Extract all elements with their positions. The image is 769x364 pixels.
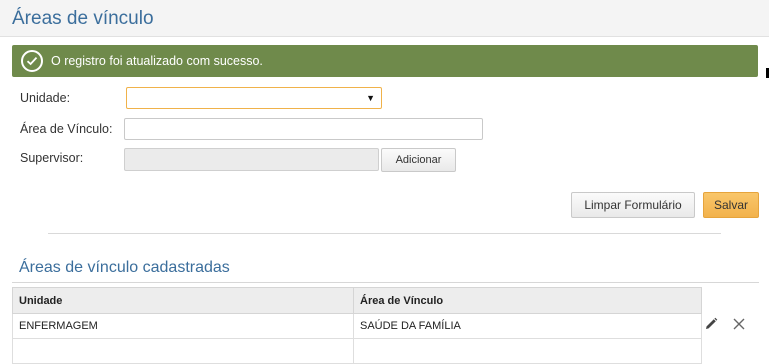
column-header-area-vinculo: Área de Vínculo: [353, 287, 702, 314]
unidade-label: Unidade:: [20, 91, 71, 105]
clear-form-button[interactable]: Limpar Formulário: [571, 192, 695, 218]
pencil-icon[interactable]: [703, 316, 719, 335]
cell-empty: [12, 338, 354, 364]
unidade-select[interactable]: ▼: [126, 87, 382, 109]
column-header-unidade: Unidade: [12, 287, 354, 314]
area-vinculo-input[interactable]: [124, 118, 483, 140]
cell-empty: [353, 338, 702, 364]
cell-unidade: ENFERMAGEM: [12, 313, 354, 339]
supervisor-label: Supervisor:: [20, 151, 84, 165]
add-supervisor-button[interactable]: Adicionar: [381, 148, 456, 172]
area-vinculo-label: Área de Vínculo:: [20, 122, 113, 136]
alert-message: O registro foi atualizado com sucesso.: [51, 54, 263, 68]
areas-table: Unidade Área de Vínculo ENFERMAGEM SAÚDE…: [12, 287, 702, 364]
supervisor-input[interactable]: [124, 148, 379, 171]
next-row-actions: [712, 338, 752, 343]
page-title: Áreas de vínculo: [12, 8, 154, 29]
success-alert: O registro foi atualizado com sucesso.: [12, 45, 758, 77]
section-title-underline: [12, 282, 759, 283]
section-divider: [48, 233, 721, 234]
row-actions: [703, 314, 759, 338]
table-row: ENFERMAGEM SAÚDE DA FAMÍLIA: [12, 313, 702, 339]
page-header: Áreas de vínculo: [0, 0, 769, 37]
table-row: [12, 338, 702, 364]
check-circle-icon: [21, 50, 43, 72]
cell-area-vinculo: SAÚDE DA FAMÍLIA: [353, 313, 702, 339]
save-button[interactable]: Salvar: [703, 192, 759, 218]
close-icon[interactable]: [732, 317, 746, 334]
dropdown-arrow-icon: ▼: [366, 93, 375, 103]
table-header-row: Unidade Área de Vínculo: [12, 287, 702, 314]
section-title: Áreas de vínculo cadastradas: [19, 259, 230, 276]
